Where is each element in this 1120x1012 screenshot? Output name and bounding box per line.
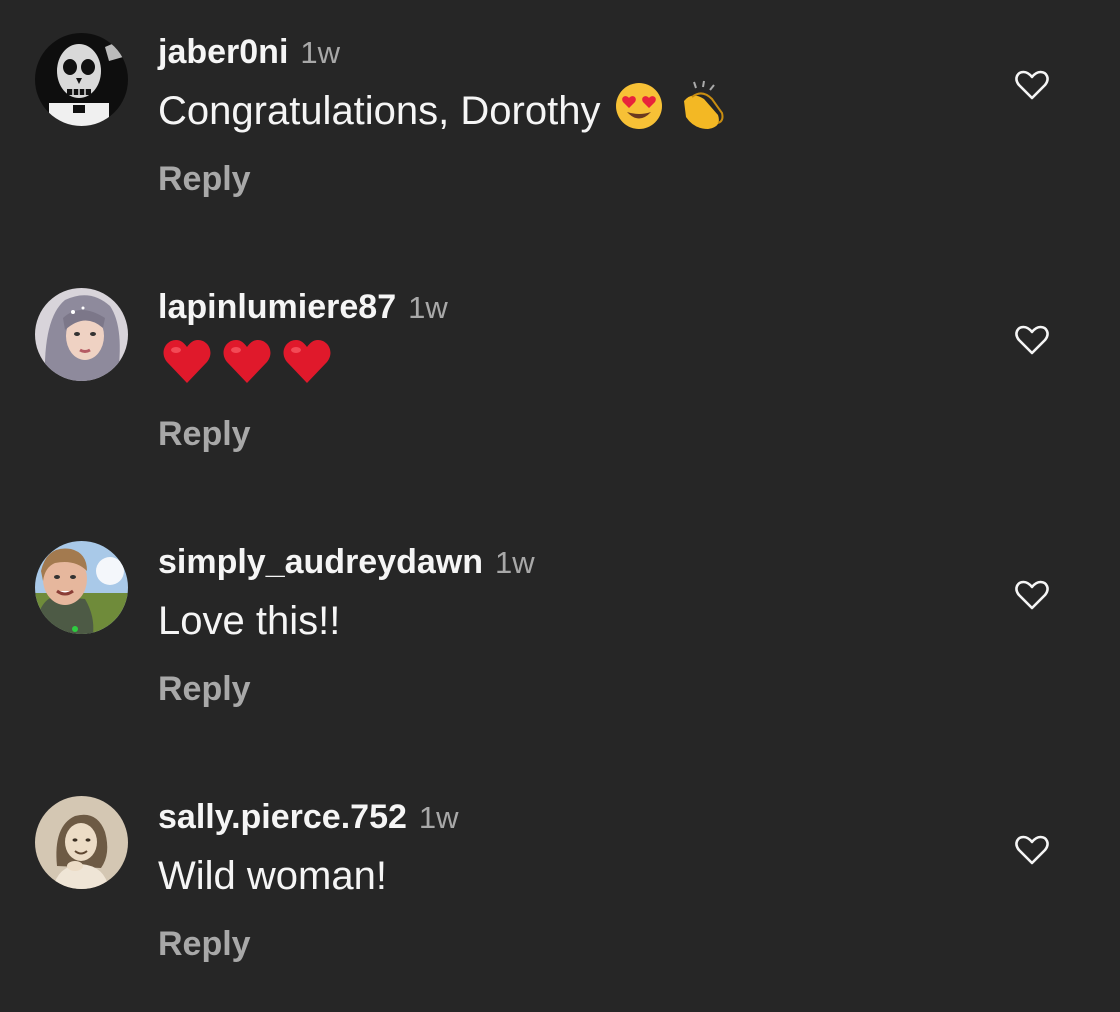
comment-text: Love this!!: [158, 593, 340, 649]
like-heart-icon[interactable]: [1014, 579, 1050, 611]
comment-username[interactable]: simply_audreydawn: [158, 543, 483, 582]
comment-timestamp: 1w: [408, 290, 448, 325]
comment-item: lapinlumiere87 1w Reply: [0, 288, 1120, 508]
purple-hair-woman-avatar-icon: [35, 288, 128, 381]
comment-item: sally.pierce.752 1w Wild woman! Reply: [0, 796, 1120, 1012]
comment-body: Congratulations, Dorothy: [158, 88, 601, 133]
vintage-girl-photo-avatar-icon: [35, 796, 128, 889]
comment-timestamp: 1w: [418, 800, 459, 835]
like-heart-icon[interactable]: [1014, 324, 1050, 356]
comment-meta: simply_audreydawn 1w: [158, 543, 535, 583]
comment-text: [162, 338, 332, 394]
comment-text: Wild woman!: [158, 848, 387, 904]
reply-button[interactable]: Reply: [158, 415, 251, 454]
comment-body: Love this!!: [158, 598, 341, 643]
comment-item: simply_audreydawn 1w Love this!! Reply: [0, 541, 1120, 763]
user-avatar[interactable]: [35, 33, 128, 126]
skull-face-avatar-icon: [35, 33, 128, 126]
comment-meta: sally.pierce.752 1w: [158, 798, 459, 838]
comment-item: jaber0ni 1w Congratulations, Dorothy Rep…: [0, 33, 1120, 253]
red-heart-emoji-icon: [162, 337, 212, 395]
heart-eyes-emoji-icon: [614, 81, 664, 141]
reply-button[interactable]: Reply: [158, 670, 251, 709]
reply-button[interactable]: Reply: [158, 925, 251, 964]
user-avatar[interactable]: [35, 541, 128, 634]
outdoor-selfie-avatar-icon: [35, 541, 128, 634]
comment-timestamp: 1w: [495, 545, 535, 580]
user-avatar[interactable]: [35, 288, 128, 381]
red-heart-emoji-icon: [282, 337, 332, 395]
like-heart-icon[interactable]: [1014, 69, 1050, 101]
clapping-hands-emoji-icon: [674, 79, 728, 143]
comment-username[interactable]: sally.pierce.752: [158, 798, 407, 837]
comment-text: Congratulations, Dorothy: [158, 80, 728, 141]
comment-meta: lapinlumiere87 1w: [158, 288, 448, 328]
comment-meta: jaber0ni 1w: [158, 33, 340, 73]
reply-button[interactable]: Reply: [158, 160, 251, 199]
comment-username[interactable]: jaber0ni: [158, 33, 288, 72]
comment-body: Wild woman!: [158, 853, 387, 898]
comment-timestamp: 1w: [300, 35, 341, 70]
like-heart-icon[interactable]: [1014, 834, 1050, 866]
user-avatar[interactable]: [35, 796, 128, 889]
red-heart-emoji-icon: [222, 337, 272, 395]
comment-username[interactable]: lapinlumiere87: [158, 288, 396, 327]
